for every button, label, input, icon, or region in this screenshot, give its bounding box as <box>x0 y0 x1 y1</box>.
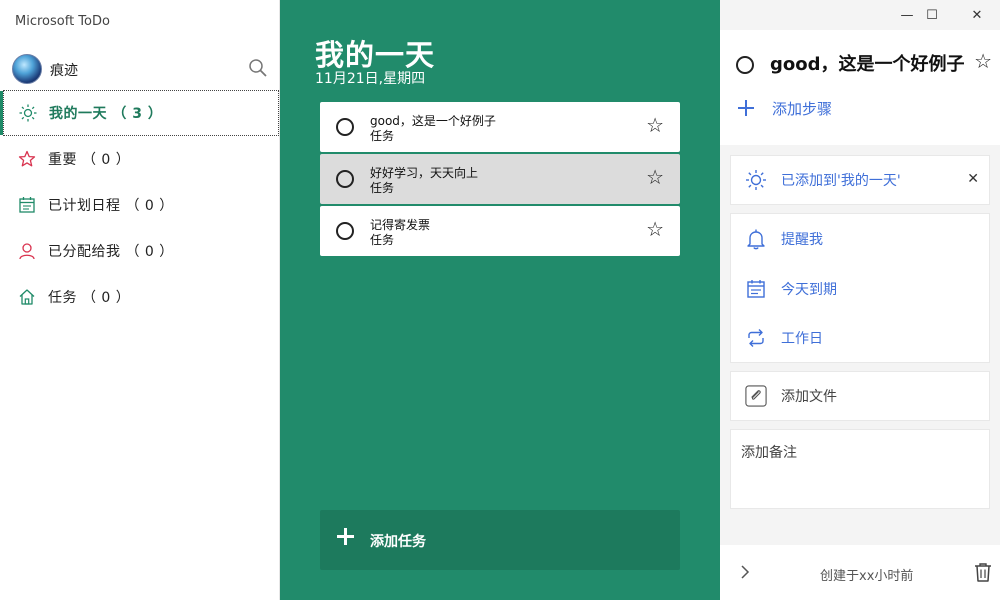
star-icon <box>18 150 36 168</box>
task-list-name: 任务 <box>370 129 395 143</box>
sidebar-item-planned[interactable]: 已计划日程 （ 0 ） <box>0 182 280 228</box>
add-step-label: 添加步骤 <box>772 100 833 118</box>
user-row[interactable]: 痕迹 <box>12 54 274 84</box>
task-item[interactable]: 好好学习，天天向上 任务 ☆ <box>320 154 680 204</box>
add-step-button[interactable]: 添加步骤 <box>720 88 1000 128</box>
star-icon[interactable]: ☆ <box>974 51 992 71</box>
complete-checkbox[interactable] <box>336 222 354 240</box>
sidebar-nav: 我的一天 （ 3 ） 重要 （ 0 ） 已计划日程 （ 0 ） 已分配给我 （ … <box>0 90 280 320</box>
detail-header: good，这是一个好例子 ☆ 添加步骤 <box>720 30 1000 145</box>
sun-icon <box>19 104 37 122</box>
star-icon[interactable]: ☆ <box>646 115 664 135</box>
page-date: 11月21日,星期四 <box>315 71 426 87</box>
sidebar-item-tasks[interactable]: 任务 （ 0 ） <box>0 274 280 320</box>
home-icon <box>18 288 36 306</box>
plus-icon <box>336 527 356 547</box>
task-item[interactable]: good，这是一个好例子 任务 ☆ <box>320 102 680 152</box>
repeat-icon <box>745 327 767 349</box>
task-list: good，这是一个好例子 任务 ☆ 好好学习，天天向上 任务 ☆ 记得寄发票 任… <box>320 102 680 258</box>
sidebar-item-label: 任务 （ 0 ） <box>48 290 131 306</box>
remind-me-button[interactable]: 提醒我 <box>731 214 989 264</box>
avatar[interactable] <box>12 54 42 84</box>
complete-checkbox[interactable] <box>336 170 354 188</box>
task-item[interactable]: 记得寄发票 任务 ☆ <box>320 206 680 256</box>
detail-panel: — ☐ ✕ good，这是一个好例子 ☆ 添加步骤 已添加到'我的一天' ✕ 提… <box>720 0 1000 600</box>
add-file-label: 添加文件 <box>781 389 837 405</box>
sidebar-item-label: 已计划日程 （ 0 ） <box>48 198 174 214</box>
plus-icon <box>738 100 754 116</box>
sidebar-item-my-day[interactable]: 我的一天 （ 3 ） <box>0 90 279 136</box>
sidebar-item-label: 我的一天 （ 3 ） <box>49 106 163 122</box>
remove-my-day-icon[interactable]: ✕ <box>967 171 979 187</box>
sun-icon <box>745 169 767 191</box>
added-to-my-day[interactable]: 已添加到'我的一天' ✕ <box>731 156 989 204</box>
close-button[interactable]: ✕ <box>966 4 988 26</box>
sidebar: Microsoft ToDo 痕迹 我的一天 （ 3 ） 重要 （ 0 ） 已计… <box>0 0 280 600</box>
paperclip-icon <box>745 385 767 407</box>
my-day-label: 已添加到'我的一天' <box>781 173 901 189</box>
search-icon[interactable] <box>248 58 268 78</box>
due-date-button[interactable]: 今天到期 <box>731 264 989 313</box>
calendar-icon <box>745 278 767 300</box>
note-input[interactable]: 添加备注 <box>731 430 989 508</box>
file-card: 添加文件 <box>730 371 990 421</box>
remind-me-label: 提醒我 <box>781 232 823 248</box>
task-list-name: 任务 <box>370 181 395 195</box>
add-task-label: 添加任务 <box>370 534 426 550</box>
chevron-right-icon[interactable] <box>738 563 752 581</box>
minimize-button[interactable]: — <box>896 4 918 26</box>
person-icon <box>18 242 36 260</box>
bell-icon <box>745 228 767 250</box>
star-icon[interactable]: ☆ <box>646 219 664 239</box>
star-icon[interactable]: ☆ <box>646 167 664 187</box>
complete-checkbox[interactable] <box>736 56 754 74</box>
sidebar-item-label: 已分配给我 （ 0 ） <box>48 244 174 260</box>
repeat-button[interactable]: 工作日 <box>731 313 989 362</box>
add-file-button[interactable]: 添加文件 <box>731 372 989 420</box>
complete-checkbox[interactable] <box>336 118 354 136</box>
task-list-name: 任务 <box>370 233 395 247</box>
trash-icon[interactable] <box>972 561 994 583</box>
calendar-icon <box>18 196 36 214</box>
sidebar-item-assigned[interactable]: 已分配给我 （ 0 ） <box>0 228 280 274</box>
sidebar-item-important[interactable]: 重要 （ 0 ） <box>0 136 280 182</box>
app-title: Microsoft ToDo <box>15 14 110 29</box>
sidebar-item-label: 重要 （ 0 ） <box>48 152 131 168</box>
repeat-label: 工作日 <box>781 330 823 347</box>
my-day-card: 已添加到'我的一天' ✕ <box>730 155 990 205</box>
add-task-button[interactable]: 添加任务 <box>320 510 680 570</box>
main-panel: 我的一天 11月21日,星期四 good，这是一个好例子 任务 ☆ 好好学习，天… <box>280 0 720 600</box>
schedule-card: 提醒我 今天到期 工作日 <box>730 213 990 363</box>
user-name: 痕迹 <box>50 63 78 79</box>
maximize-button[interactable]: ☐ <box>921 4 943 26</box>
detail-task-title[interactable]: good，这是一个好例子 <box>770 50 966 76</box>
due-date-label: 今天到期 <box>781 281 837 298</box>
note-card: 添加备注 <box>730 429 990 509</box>
detail-footer: 创建于xx小时前 <box>720 545 1000 600</box>
created-timestamp: 创建于xx小时前 <box>820 569 914 584</box>
